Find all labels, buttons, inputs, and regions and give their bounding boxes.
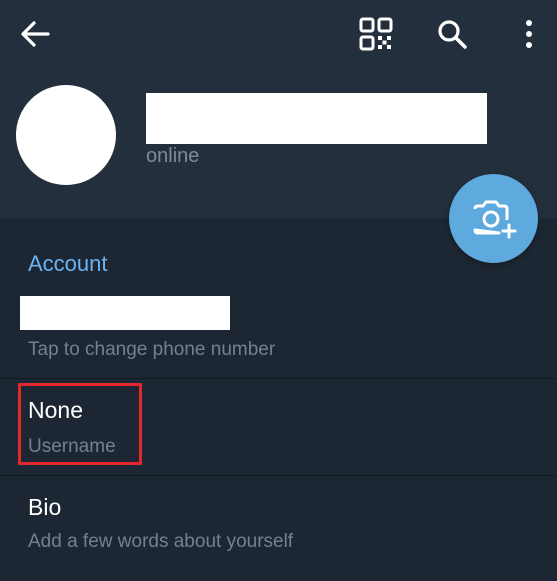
bio-label: Bio [28,494,62,520]
arrow-left-icon [21,21,50,47]
account-section: Account Tap to change phone number None … [0,218,557,581]
profile-name-redacted [146,93,487,144]
phone-number-row[interactable]: Tap to change phone number [0,288,557,378]
camera-plus-icon [473,200,516,238]
online-status: online [146,145,200,167]
back-button[interactable] [11,10,59,58]
bio-hint: Add a few words about yourself [28,531,294,552]
search-button[interactable] [428,10,476,58]
avatar[interactable] [16,85,116,185]
top-bar [0,0,557,66]
username-label: Username [28,436,116,457]
username-value: None [28,397,83,423]
section-title: Account [28,251,108,276]
phone-number-redacted [20,296,230,330]
phone-hint: Tap to change phone number [28,339,276,360]
bio-row[interactable]: Bio Add a few words about yourself [0,476,557,581]
qr-code-icon [359,17,393,51]
qr-code-button[interactable] [352,10,400,58]
more-options-button[interactable] [505,10,553,58]
set-photo-button[interactable] [449,174,538,263]
username-row[interactable]: None Username [0,379,557,475]
three-dots-vertical-icon [526,20,532,48]
search-icon [438,20,467,49]
profile-screen: online Account Tap to change phone numbe… [0,0,557,581]
